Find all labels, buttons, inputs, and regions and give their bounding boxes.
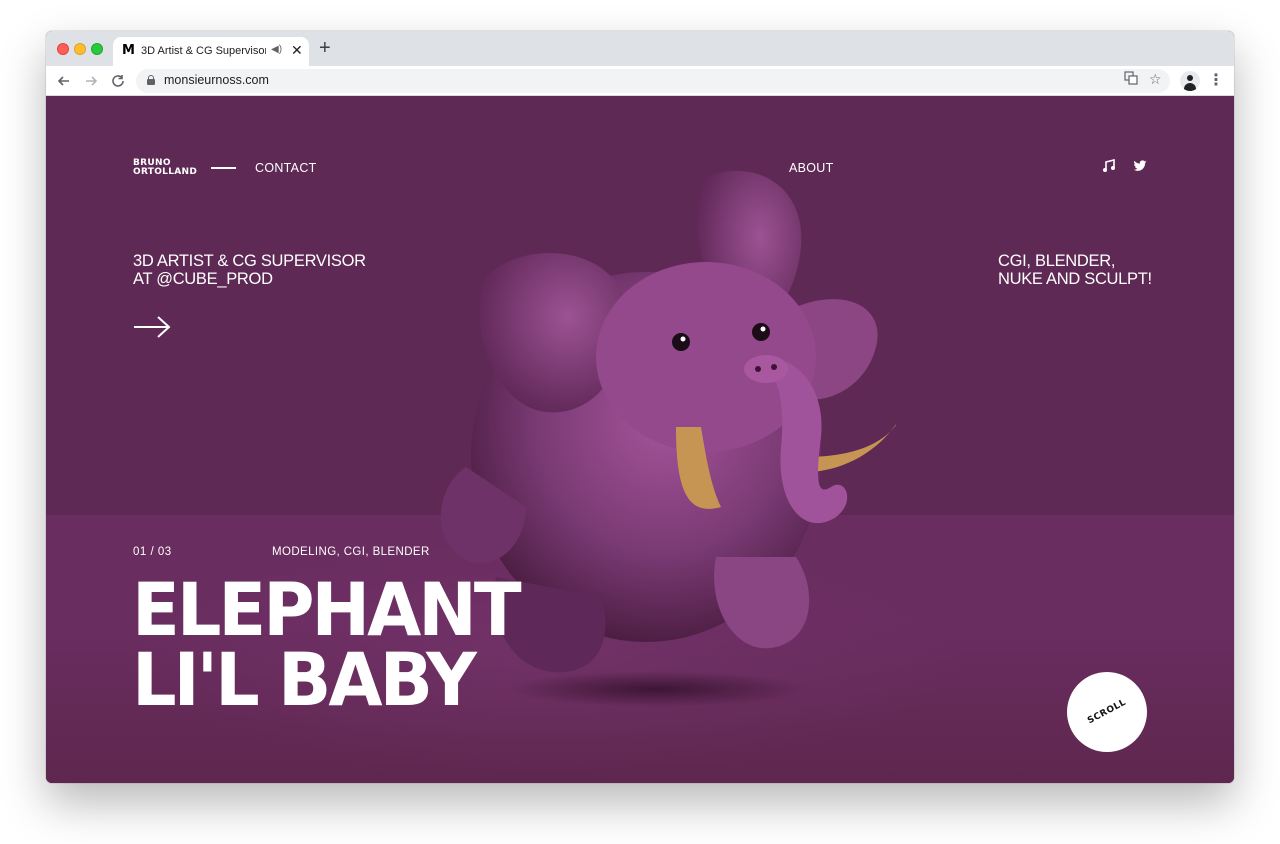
nav-about-link[interactable]: ABOUT xyxy=(789,161,834,175)
browser-menu-icon[interactable]: ⋮ xyxy=(1208,71,1224,91)
project-title-line-1: ELEPHANT xyxy=(132,566,522,653)
lock-icon xyxy=(147,75,155,86)
favicon-icon: M xyxy=(122,43,135,58)
project-title[interactable]: ELEPHANT LI'L BABY xyxy=(132,566,522,724)
site-logo[interactable]: BRUNO ORTOLLAND xyxy=(133,159,197,177)
tab-title: 3D Artist & CG Supervisor - xyxy=(141,45,266,57)
tab-strip: M 3D Artist & CG Supervisor - ◀) ✕ + xyxy=(46,31,1234,66)
website-hero: BRUNO ORTOLLAND CONTACT ABOUT 3D ARTIST … xyxy=(46,97,1234,783)
minimize-window-button[interactable] xyxy=(74,43,86,55)
new-tab-button[interactable]: + xyxy=(319,38,331,58)
scroll-button[interactable]: SCROLL xyxy=(1067,672,1147,752)
url-text: monsieurnoss.com xyxy=(164,73,269,87)
back-arrow-icon xyxy=(57,76,69,86)
forward-button[interactable] xyxy=(81,71,101,91)
forward-arrow-icon xyxy=(86,76,98,86)
speaker-icon[interactable]: ◀) xyxy=(271,44,282,55)
logo-line-2: ORTOLLAND xyxy=(133,167,198,177)
hero-tagline-right: CGI, BLENDER, NUKE AND SCULPT! xyxy=(998,252,1152,288)
profile-avatar[interactable] xyxy=(1180,71,1200,91)
arrow-right-icon[interactable] xyxy=(133,315,171,339)
scroll-label: SCROLL xyxy=(1086,697,1128,727)
reload-button[interactable] xyxy=(108,71,128,91)
close-window-button[interactable] xyxy=(57,43,69,55)
music-icon[interactable] xyxy=(1102,158,1116,176)
reload-icon xyxy=(112,75,124,87)
project-counter: 01 / 03 xyxy=(133,546,172,558)
project-title-line-2: LI'L BABY xyxy=(132,636,477,724)
twitter-icon[interactable] xyxy=(1133,159,1147,176)
logo-divider xyxy=(211,167,236,169)
hero-tagline-left: 3D ARTIST & CG SUPERVISOR AT @CUBE_PROD xyxy=(133,252,366,288)
address-bar[interactable]: monsieurnoss.com ☆ xyxy=(136,69,1170,93)
project-tags: MODELING, CGI, BLENDER xyxy=(272,546,430,558)
back-button[interactable] xyxy=(54,71,74,91)
browser-tab[interactable]: M 3D Artist & CG Supervisor - ◀) ✕ xyxy=(113,37,309,66)
browser-window: M 3D Artist & CG Supervisor - ◀) ✕ + mon… xyxy=(46,31,1234,783)
bookmark-star-icon[interactable]: ☆ xyxy=(1149,71,1162,88)
close-tab-icon[interactable]: ✕ xyxy=(291,42,303,59)
nav-contact-link[interactable]: CONTACT xyxy=(255,161,317,175)
translate-icon[interactable] xyxy=(1124,71,1138,88)
browser-toolbar: monsieurnoss.com ☆ ⋮ xyxy=(46,66,1234,96)
maximize-window-button[interactable] xyxy=(91,43,103,55)
